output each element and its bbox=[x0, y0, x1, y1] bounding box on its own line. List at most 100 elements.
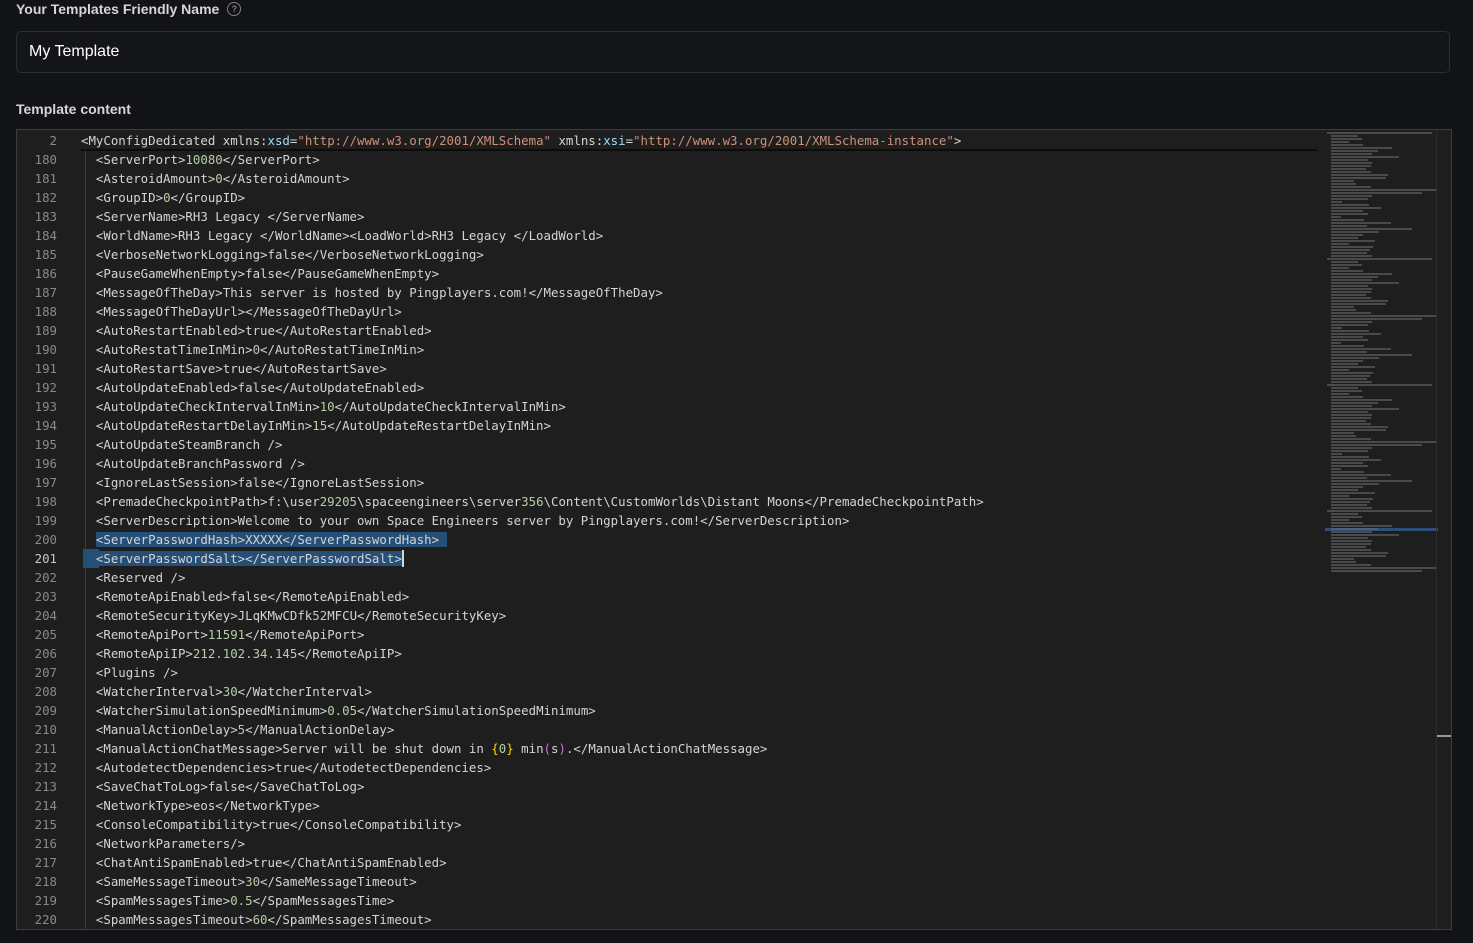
code-token: "http://www.w3.org/2001/XMLSchema" bbox=[297, 133, 551, 148]
line-code[interactable]: <ServerName>RH3 Legacy </ServerName> bbox=[81, 207, 365, 226]
line-code[interactable]: <AutoRestartEnabled>true</AutoRestartEna… bbox=[81, 321, 432, 340]
line-code[interactable]: <Reserved /> bbox=[81, 568, 186, 587]
code-line[interactable]: 180 <ServerPort>10080</ServerPort> bbox=[17, 150, 1323, 169]
line-code[interactable]: <PremadeCheckpointPath>f:\user29205\spac… bbox=[81, 492, 984, 511]
line-code[interactable]: <AutoUpdateEnabled>false</AutoUpdateEnab… bbox=[81, 378, 424, 397]
line-code[interactable]: <MessageOfTheDay>This server is hosted b… bbox=[81, 283, 663, 302]
code-line[interactable]: 192 <AutoUpdateEnabled>false</AutoUpdate… bbox=[17, 378, 1323, 397]
code-line[interactable]: 205 <RemoteApiPort>11591</RemoteApiPort> bbox=[17, 625, 1323, 644]
code-editor[interactable]: 2 <MyConfigDedicated xmlns:xsd="http://ww… bbox=[16, 129, 1452, 930]
code-line[interactable]: 215 <ConsoleCompatibility>true</ConsoleC… bbox=[17, 815, 1323, 834]
code-line[interactable]: 220 <SpamMessagesTimeout>60</SpamMessage… bbox=[17, 910, 1323, 929]
code-line[interactable]: 199 <ServerDescription>Welcome to your o… bbox=[17, 511, 1323, 530]
line-number: 180 bbox=[34, 152, 57, 167]
code-line[interactable]: 189 <AutoRestartEnabled>true</AutoRestar… bbox=[17, 321, 1323, 340]
code-line[interactable]: 217 <ChatAntiSpamEnabled>true</ChatAntiS… bbox=[17, 853, 1323, 872]
code-line[interactable]: 196 <AutoUpdateBranchPassword /> bbox=[17, 454, 1323, 473]
code-line[interactable]: 204 <RemoteSecurityKey>JLqKMwCDfk52MFCU<… bbox=[17, 606, 1323, 625]
code-line[interactable]: 209 <WatcherSimulationSpeedMinimum>0.05<… bbox=[17, 701, 1323, 720]
code-line[interactable]: 219 <SpamMessagesTime>0.5</SpamMessagesT… bbox=[17, 891, 1323, 910]
code-line[interactable]: 213 <SaveChatToLog>false</SaveChatToLog> bbox=[17, 777, 1323, 796]
code-line[interactable]: 216 <NetworkParameters/> bbox=[17, 834, 1323, 853]
vertical-scrollbar[interactable] bbox=[1436, 130, 1451, 929]
code-line[interactable]: 206 <RemoteApiIP>212.102.34.145</RemoteA… bbox=[17, 644, 1323, 663]
line-code[interactable]: <IgnoreLastSession>false</IgnoreLastSess… bbox=[81, 473, 424, 492]
line-code[interactable]: <AutodetectDependencies>true</Autodetect… bbox=[81, 758, 491, 777]
line-code[interactable]: <ManualActionChatMessage>Server will be … bbox=[81, 739, 767, 758]
line-code[interactable]: <SpamMessagesTimeout>60</SpamMessagesTim… bbox=[81, 910, 432, 929]
line-code[interactable]: <RemoteApiEnabled>false</RemoteApiEnable… bbox=[81, 587, 409, 606]
line-code[interactable]: <WatcherInterval>30</WatcherInterval> bbox=[81, 682, 372, 701]
code-line[interactable]: 190 <AutoRestatTimeInMin>0</AutoRestatTi… bbox=[17, 340, 1323, 359]
help-icon[interactable]: ? bbox=[227, 2, 242, 16]
line-code[interactable]: <ConsoleCompatibility>true</ConsoleCompa… bbox=[81, 815, 462, 834]
line-code[interactable]: <VerboseNetworkLogging>false</VerboseNet… bbox=[81, 245, 484, 264]
minimap[interactable] bbox=[1325, 130, 1438, 929]
code-line[interactable]: 208 <WatcherInterval>30</WatcherInterval… bbox=[17, 682, 1323, 701]
code-line[interactable]: 207 <Plugins /> bbox=[17, 663, 1323, 682]
code-line[interactable]: 218 <SameMessageTimeout>30</SameMessageT… bbox=[17, 872, 1323, 891]
line-code[interactable]: <RemoteApiPort>11591</RemoteApiPort> bbox=[81, 625, 365, 644]
code-line[interactable]: 187 <MessageOfTheDay>This server is host… bbox=[17, 283, 1323, 302]
minimap-line bbox=[1331, 450, 1368, 452]
line-code[interactable]: <AutoUpdateCheckIntervalInMin>10</AutoUp… bbox=[81, 397, 566, 416]
code-line[interactable]: 188 <MessageOfTheDayUrl></MessageOfTheDa… bbox=[17, 302, 1323, 321]
code-line[interactable]: 198 <PremadeCheckpointPath>f:\user29205\… bbox=[17, 492, 1323, 511]
code-line[interactable]: 197 <IgnoreLastSession>false</IgnoreLast… bbox=[17, 473, 1323, 492]
line-code[interactable]: <RemoteApiIP>212.102.34.145</RemoteApiIP… bbox=[81, 644, 402, 663]
code-line[interactable]: 186 <PauseGameWhenEmpty>false</PauseGame… bbox=[17, 264, 1323, 283]
scrollbar-thumb[interactable] bbox=[1437, 735, 1451, 737]
sticky-scroll-line[interactable]: 2 <MyConfigDedicated xmlns:xsd="http://ww… bbox=[17, 131, 1323, 150]
template-name-input[interactable] bbox=[16, 31, 1450, 73]
line-code[interactable]: <SaveChatToLog>false</SaveChatToLog> bbox=[81, 777, 365, 796]
code-token: } bbox=[506, 741, 514, 756]
code-line[interactable]: 200 <ServerPasswordHash>XXXXX</ServerPas… bbox=[17, 530, 1323, 549]
code-line[interactable]: 184 <WorldName>RH3 Legacy </WorldName><L… bbox=[17, 226, 1323, 245]
line-code[interactable]: <NetworkParameters/> bbox=[81, 834, 245, 853]
line-code[interactable]: <SpamMessagesTime>0.5</SpamMessagesTime> bbox=[81, 891, 394, 910]
line-code[interactable]: <WatcherSimulationSpeedMinimum>0.05</Wat… bbox=[81, 701, 596, 720]
line-code[interactable]: <GroupID>0</GroupID> bbox=[81, 188, 245, 207]
line-code[interactable]: <WorldName>RH3 Legacy </WorldName><LoadW… bbox=[81, 226, 603, 245]
line-code[interactable]: <AutoRestartSave>true</AutoRestartSave> bbox=[81, 359, 387, 378]
code-line[interactable]: 191 <AutoRestartSave>true</AutoRestartSa… bbox=[17, 359, 1323, 378]
code-line[interactable]: 181 <AsteroidAmount>0</AsteroidAmount> bbox=[17, 169, 1323, 188]
code-line[interactable]: 211 <ManualActionChatMessage>Server will… bbox=[17, 739, 1323, 758]
line-code[interactable]: <MessageOfTheDayUrl></MessageOfTheDayUrl… bbox=[81, 302, 402, 321]
code-line[interactable]: 210 <ManualActionDelay>5</ManualActionDe… bbox=[17, 720, 1323, 739]
line-number: 219 bbox=[34, 893, 57, 908]
line-code[interactable]: <Plugins /> bbox=[81, 663, 178, 682]
code-lines[interactable]: 2 <MyConfigDedicated xmlns:xsd="http://ww… bbox=[17, 130, 1323, 929]
code-token: 10 bbox=[319, 399, 335, 414]
line-code[interactable]: <SameMessageTimeout>30</SameMessageTimeo… bbox=[81, 872, 417, 891]
code-line[interactable]: 203 <RemoteApiEnabled>false</RemoteApiEn… bbox=[17, 587, 1323, 606]
line-code[interactable]: <ManualActionDelay>5</ManualActionDelay> bbox=[81, 720, 394, 739]
line-code[interactable]: <AutoUpdateRestartDelayInMin>15</AutoUpd… bbox=[81, 416, 551, 435]
code-line[interactable]: 194 <AutoUpdateRestartDelayInMin>15</Aut… bbox=[17, 416, 1323, 435]
line-code[interactable]: <NetworkType>eos</NetworkType> bbox=[81, 796, 320, 815]
line-code[interactable]: <MyConfigDedicated xmlns:xsd="http://www… bbox=[81, 131, 961, 150]
line-code[interactable]: <RemoteSecurityKey>JLqKMwCDfk52MFCU</Rem… bbox=[81, 606, 506, 625]
code-line[interactable]: 183 <ServerName>RH3 Legacy </ServerName> bbox=[17, 207, 1323, 226]
code-line[interactable]: 193 <AutoUpdateCheckIntervalInMin>10</Au… bbox=[17, 397, 1323, 416]
code-line[interactable]: 202 <Reserved /> bbox=[17, 568, 1323, 587]
line-code[interactable]: <PauseGameWhenEmpty>false</PauseGameWhen… bbox=[81, 264, 439, 283]
line-code[interactable]: <ServerPasswordHash>XXXXX</ServerPasswor… bbox=[81, 530, 447, 549]
code-line[interactable]: 195 <AutoUpdateSteamBranch /> bbox=[17, 435, 1323, 454]
code-line[interactable]: 201 <ServerPasswordSalt></ServerPassword… bbox=[17, 549, 1323, 568]
minimap-line bbox=[1331, 549, 1371, 551]
line-code[interactable]: <AutoUpdateSteamBranch /> bbox=[81, 435, 283, 454]
line-code[interactable]: <ServerPort>10080</ServerPort> bbox=[81, 150, 320, 169]
line-code[interactable]: <ServerDescription>Welcome to your own S… bbox=[81, 511, 849, 530]
code-line[interactable]: 185 <VerboseNetworkLogging>false</Verbos… bbox=[17, 245, 1323, 264]
line-code[interactable]: <ServerPasswordSalt></ServerPasswordSalt… bbox=[81, 549, 402, 568]
line-code[interactable]: <AsteroidAmount>0</AsteroidAmount> bbox=[81, 169, 350, 188]
code-token: <ManualActionDelay> bbox=[81, 722, 238, 737]
code-line[interactable]: 214 <NetworkType>eos</NetworkType> bbox=[17, 796, 1323, 815]
line-code[interactable]: <ChatAntiSpamEnabled>true</ChatAntiSpamE… bbox=[81, 853, 447, 872]
code-line[interactable]: 212 <AutodetectDependencies>true</Autode… bbox=[17, 758, 1323, 777]
line-number: 195 bbox=[34, 437, 57, 452]
line-code[interactable]: <AutoRestatTimeInMin>0</AutoRestatTimeIn… bbox=[81, 340, 424, 359]
code-line[interactable]: 182 <GroupID>0</GroupID> bbox=[17, 188, 1323, 207]
line-code[interactable]: <AutoUpdateBranchPassword /> bbox=[81, 454, 305, 473]
